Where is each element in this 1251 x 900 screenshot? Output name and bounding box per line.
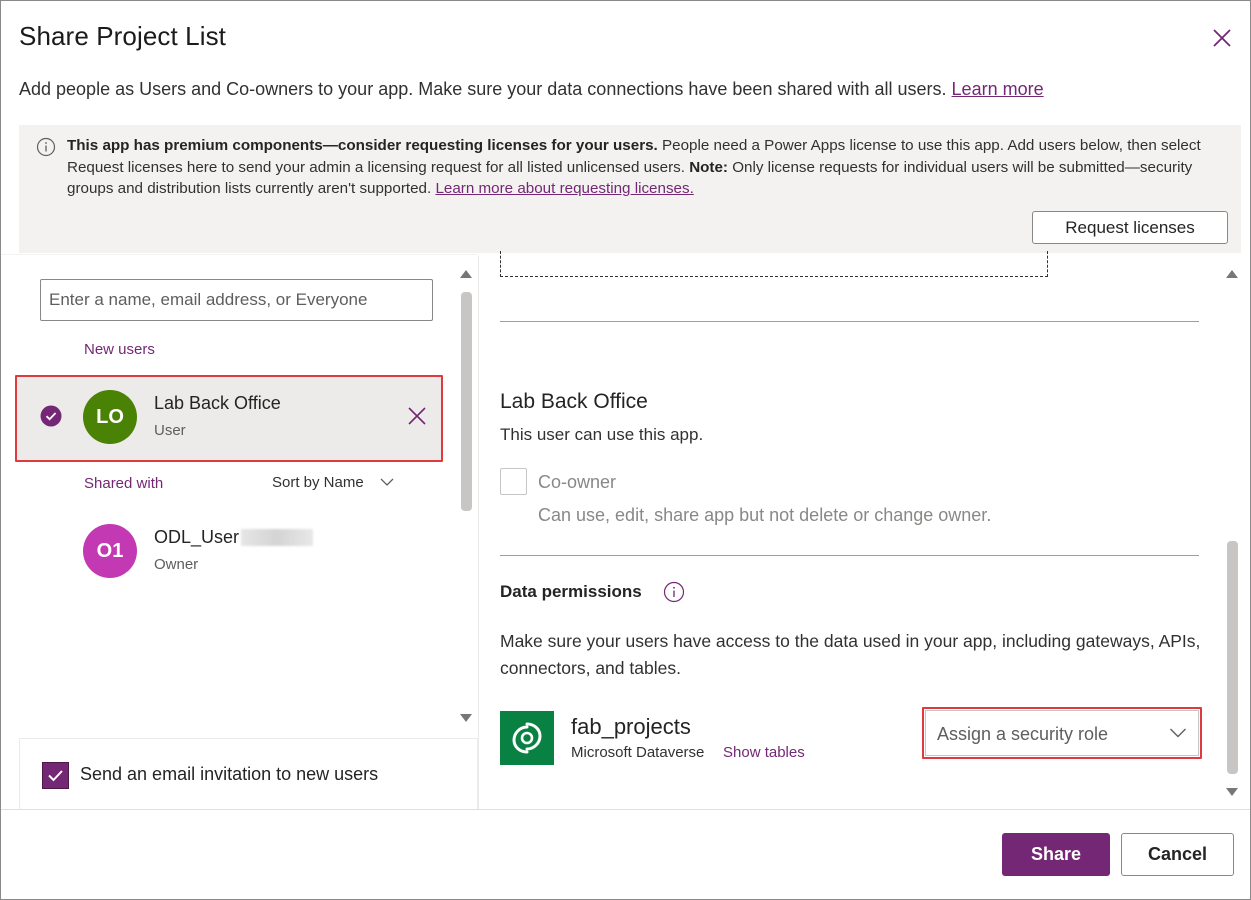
banner-note-label: Note: — [689, 158, 728, 176]
chevron-down-icon[interactable] — [380, 477, 394, 487]
table-name: fab_projects — [571, 714, 691, 739]
close-icon[interactable] — [1209, 25, 1235, 51]
coowner-checkbox[interactable] — [500, 468, 527, 495]
info-icon — [36, 137, 56, 157]
learn-more-licenses-link[interactable]: Learn more about requesting licenses. — [435, 180, 693, 197]
info-icon[interactable] — [663, 581, 685, 603]
share-button[interactable]: Share — [1002, 833, 1110, 876]
show-tables-link[interactable]: Show tables — [723, 744, 805, 761]
avatar: LO — [83, 390, 137, 444]
redacted-email — [241, 529, 313, 546]
checkmark-icon — [48, 770, 63, 782]
checkmark-circle-icon[interactable] — [40, 405, 62, 427]
scroll-down-arrow-icon[interactable] — [1226, 788, 1238, 796]
subtitle-text: Add people as Users and Co-owners to you… — [19, 79, 947, 99]
highlight-box-security-role — [922, 707, 1202, 759]
people-search-input[interactable] — [40, 279, 433, 321]
scroll-up-arrow-icon[interactable] — [460, 270, 472, 278]
data-permissions-desc: Make sure your users have access to the … — [500, 631, 1201, 678]
left-scrollbar-thumb[interactable] — [461, 292, 472, 511]
coowner-label: Co-owner — [538, 472, 617, 492]
sort-by-name-label[interactable]: Sort by Name — [272, 474, 364, 491]
right-scrollbar-thumb[interactable] — [1227, 541, 1238, 774]
footer-divider — [1, 809, 1250, 810]
dashed-drop-area — [500, 251, 1048, 277]
dialog-title: Share Project List — [19, 21, 227, 51]
banner-message: This app has premium components—consider… — [67, 135, 1217, 200]
learn-more-link[interactable]: Learn more — [952, 79, 1044, 99]
email-invite-label: Send an email invitation to new users — [80, 764, 379, 784]
selected-user-name: Lab Back Office — [500, 390, 648, 413]
dataverse-tile — [500, 711, 554, 765]
dialog-subtitle: Add people as Users and Co-owners to you… — [19, 79, 1044, 100]
highlight-box-new-user — [15, 375, 443, 462]
remove-user-icon[interactable] — [406, 405, 428, 427]
new-user-role: User — [154, 422, 186, 439]
table-source: Microsoft Dataverse — [571, 744, 705, 761]
selected-user-desc: This user can use this app. — [500, 425, 704, 444]
pane-divider — [478, 255, 479, 810]
shared-user-name: ODL_User — [154, 527, 240, 547]
left-pane-top-divider — [1, 254, 477, 255]
cancel-button[interactable]: Cancel — [1121, 833, 1234, 876]
scroll-up-arrow-icon[interactable] — [1226, 270, 1238, 278]
new-users-label: New users — [84, 341, 155, 358]
avatar: O1 — [83, 524, 137, 578]
coowner-desc: Can use, edit, share app but not delete … — [538, 505, 992, 525]
dataverse-icon — [512, 722, 542, 754]
data-permissions-title: Data permissions — [500, 582, 642, 601]
request-licenses-button[interactable]: Request licenses — [1032, 211, 1228, 244]
divider — [500, 555, 1199, 556]
banner-bold-text: This app has premium components—consider… — [67, 137, 658, 154]
shared-with-label: Shared with — [84, 475, 164, 492]
share-dialog: Share Project List Add people as Users a… — [0, 0, 1251, 900]
new-user-name: Lab Back Office — [154, 393, 281, 413]
scroll-down-arrow-icon[interactable] — [460, 714, 472, 722]
shared-user-role: Owner — [154, 556, 199, 573]
divider — [500, 321, 1199, 322]
